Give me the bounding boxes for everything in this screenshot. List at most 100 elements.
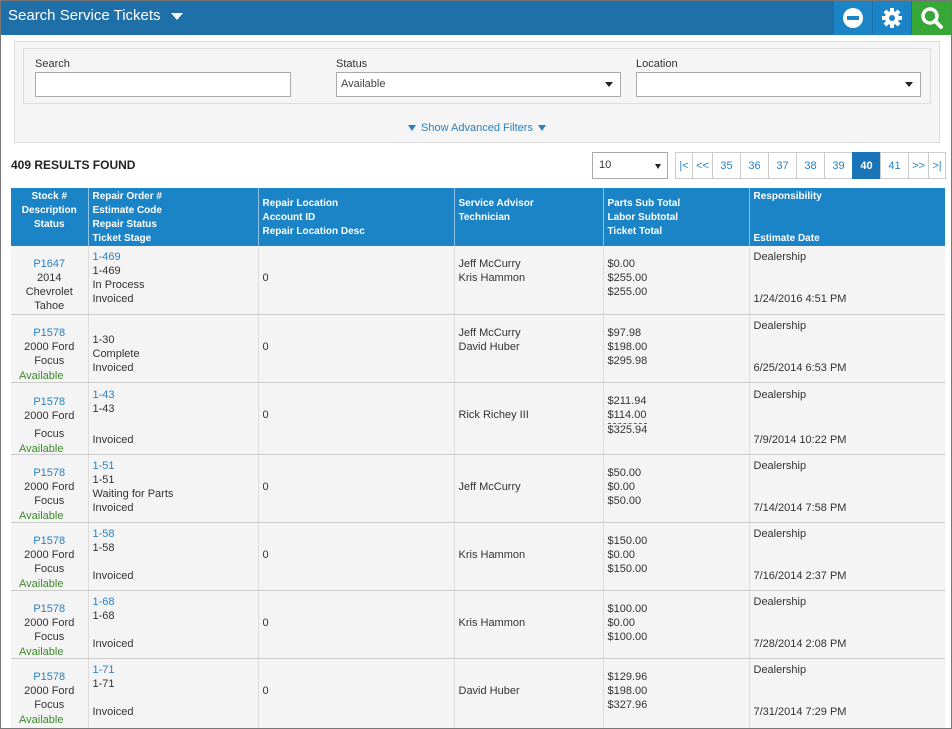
description-line: 2000 Ford bbox=[24, 616, 75, 629]
stock-link[interactable]: P1578 bbox=[11, 603, 88, 616]
page-title-dropdown[interactable]: Search Service Tickets bbox=[8, 7, 183, 24]
table-row[interactable]: P1578 2000 Ford Focus Available 1-71 1-7… bbox=[11, 658, 945, 728]
page-prev-button[interactable]: << bbox=[692, 152, 713, 179]
header-line: Ticket Stage bbox=[92, 233, 152, 244]
header-line: Labor Subtotal bbox=[607, 212, 679, 223]
header-line: Stock # bbox=[31, 191, 68, 202]
stock-link[interactable]: P1578 bbox=[11, 671, 88, 684]
header-totals[interactable]: Parts Sub Total Labor Subtotal Ticket To… bbox=[603, 188, 750, 246]
page-next-button[interactable]: >> bbox=[908, 152, 929, 179]
stock-link[interactable]: P1647 bbox=[11, 258, 88, 271]
page-button[interactable]: 41 bbox=[880, 152, 909, 179]
table-row[interactable]: P1578 2000 Ford Focus Available 1-51 1-5… bbox=[11, 454, 945, 523]
repair-order-link[interactable]: 1-68 bbox=[93, 596, 115, 609]
estimate-code: 1-43 bbox=[92, 402, 115, 415]
stock-link[interactable]: P1578 bbox=[11, 396, 88, 409]
page-size-select[interactable]: 10 bbox=[592, 152, 668, 179]
table-row[interactable]: P1578 2000 Ford Focus Available 1-58 1-5… bbox=[11, 522, 945, 591]
header-repair-location[interactable]: Repair Location Account ID Repair Locati… bbox=[258, 188, 455, 246]
parts-subtotal: $129.96 bbox=[607, 670, 648, 683]
dropdown-caret-icon bbox=[905, 82, 913, 87]
status-text: Available bbox=[19, 369, 64, 382]
search-button[interactable] bbox=[912, 1, 951, 35]
header-stock[interactable]: Stock # Description Status bbox=[11, 188, 89, 246]
ticket-stage: Invoiced bbox=[92, 501, 134, 514]
header-responsibility[interactable]: Responsibility Estimate Date bbox=[749, 188, 945, 246]
responsibility: Dealership bbox=[753, 459, 807, 472]
dropdown-caret-icon bbox=[655, 164, 661, 169]
settings-button[interactable] bbox=[873, 1, 911, 35]
table-row[interactable]: P1578 2000 Ford Focus Available 1-43 1-4… bbox=[11, 382, 945, 455]
search-input[interactable] bbox=[35, 72, 291, 97]
ticket-total: $325.94 bbox=[607, 422, 648, 437]
page-button[interactable]: 39 bbox=[824, 152, 853, 179]
page-last-button[interactable]: >| bbox=[928, 152, 946, 179]
page-button-active[interactable]: 40 bbox=[852, 152, 881, 179]
estimate-code: 1-30 bbox=[92, 333, 115, 346]
parts-subtotal: $150.00 bbox=[607, 534, 648, 547]
collapse-button[interactable] bbox=[834, 1, 872, 35]
estimate-code: 1-71 bbox=[92, 677, 115, 690]
table-row[interactable]: P1647 2014 Chevrolet Tahoe 1-469 1-469 I… bbox=[11, 246, 945, 315]
account-id: 0 bbox=[262, 616, 269, 629]
repair-order-link[interactable]: 1-469 bbox=[93, 251, 121, 264]
ticket-stage: Invoiced bbox=[92, 361, 134, 374]
filter-panel: Search Status Available Location Show Ad… bbox=[14, 41, 940, 143]
repair-order-link[interactable]: 1-58 bbox=[93, 528, 115, 541]
technician: David Huber bbox=[458, 340, 520, 353]
repair-order-link[interactable]: 1-51 bbox=[93, 460, 115, 473]
estimate-code: 1-58 bbox=[92, 541, 115, 554]
estimate-date: 7/28/2014 2:08 PM bbox=[753, 637, 847, 650]
table-row[interactable]: P1578 2000 Ford Focus Available 1-30 Com… bbox=[11, 314, 945, 383]
header-service-advisor[interactable]: Service Advisor Technician bbox=[454, 188, 604, 246]
description-line: 2000 Ford bbox=[24, 409, 75, 422]
pagination: |< << 35 36 37 38 39 40 41 >> >| bbox=[675, 152, 946, 179]
location-select[interactable] bbox=[636, 72, 921, 97]
description-line: 2000 Ford bbox=[24, 480, 75, 493]
account-id: 0 bbox=[262, 480, 269, 493]
estimate-date: 1/24/2016 4:51 PM bbox=[753, 293, 847, 305]
repair-status: Waiting for Parts bbox=[92, 487, 174, 500]
page-button[interactable]: 37 bbox=[768, 152, 797, 179]
page-title: Search Service Tickets bbox=[8, 7, 161, 24]
responsibility: Dealership bbox=[753, 388, 807, 401]
status-text: Available bbox=[19, 577, 64, 590]
labor-subtotal: $198.00 bbox=[607, 340, 648, 353]
stock-link[interactable]: P1578 bbox=[11, 535, 88, 548]
page-first-button[interactable]: |< bbox=[675, 152, 693, 179]
location-label: Location bbox=[636, 58, 678, 70]
estimate-date: 7/16/2014 2:37 PM bbox=[753, 569, 847, 582]
table-row[interactable]: P1578 2000 Ford Focus Available 1-68 1-6… bbox=[11, 590, 945, 659]
stock-link[interactable]: P1578 bbox=[11, 467, 88, 480]
page-button[interactable]: 38 bbox=[796, 152, 825, 179]
repair-order-link[interactable]: 1-43 bbox=[93, 389, 115, 402]
ticket-total: $150.00 bbox=[607, 562, 648, 575]
show-advanced-filters-link[interactable]: Show Advanced Filters bbox=[15, 122, 939, 134]
ticket-total: $100.00 bbox=[607, 630, 648, 643]
estimate-code: 1-51 bbox=[92, 473, 115, 486]
page-button[interactable]: 35 bbox=[712, 152, 741, 179]
responsibility: Dealership bbox=[753, 527, 807, 540]
ticket-stage: Invoiced bbox=[92, 705, 134, 718]
stock-link[interactable]: P1578 bbox=[11, 327, 88, 340]
ticket-stage: Invoiced bbox=[92, 293, 134, 305]
minus-circle-icon bbox=[843, 8, 863, 28]
description-line: 2014 bbox=[37, 272, 62, 284]
labor-subtotal: $114.00 bbox=[607, 408, 647, 421]
repair-order-link[interactable]: 1-71 bbox=[93, 664, 115, 677]
description-line: Focus bbox=[34, 354, 65, 367]
technician: Kris Hammon bbox=[458, 272, 526, 284]
account-id: 0 bbox=[262, 340, 269, 353]
labor-subtotal: $0.00 bbox=[607, 616, 636, 629]
responsibility: Dealership bbox=[753, 663, 807, 676]
header-line: Service Advisor bbox=[458, 198, 534, 209]
technician: Kris Hammon bbox=[458, 616, 526, 629]
estimate-code: 1-68 bbox=[92, 609, 115, 622]
ticket-stage: Invoiced bbox=[92, 433, 134, 446]
header-repair-order[interactable]: Repair Order # Estimate Code Repair Stat… bbox=[88, 188, 259, 246]
header-line: Account ID bbox=[262, 212, 316, 223]
parts-subtotal: $50.00 bbox=[607, 466, 642, 479]
status-select[interactable]: Available bbox=[336, 72, 621, 97]
ticket-total: $255.00 bbox=[607, 286, 648, 298]
page-button[interactable]: 36 bbox=[740, 152, 769, 179]
